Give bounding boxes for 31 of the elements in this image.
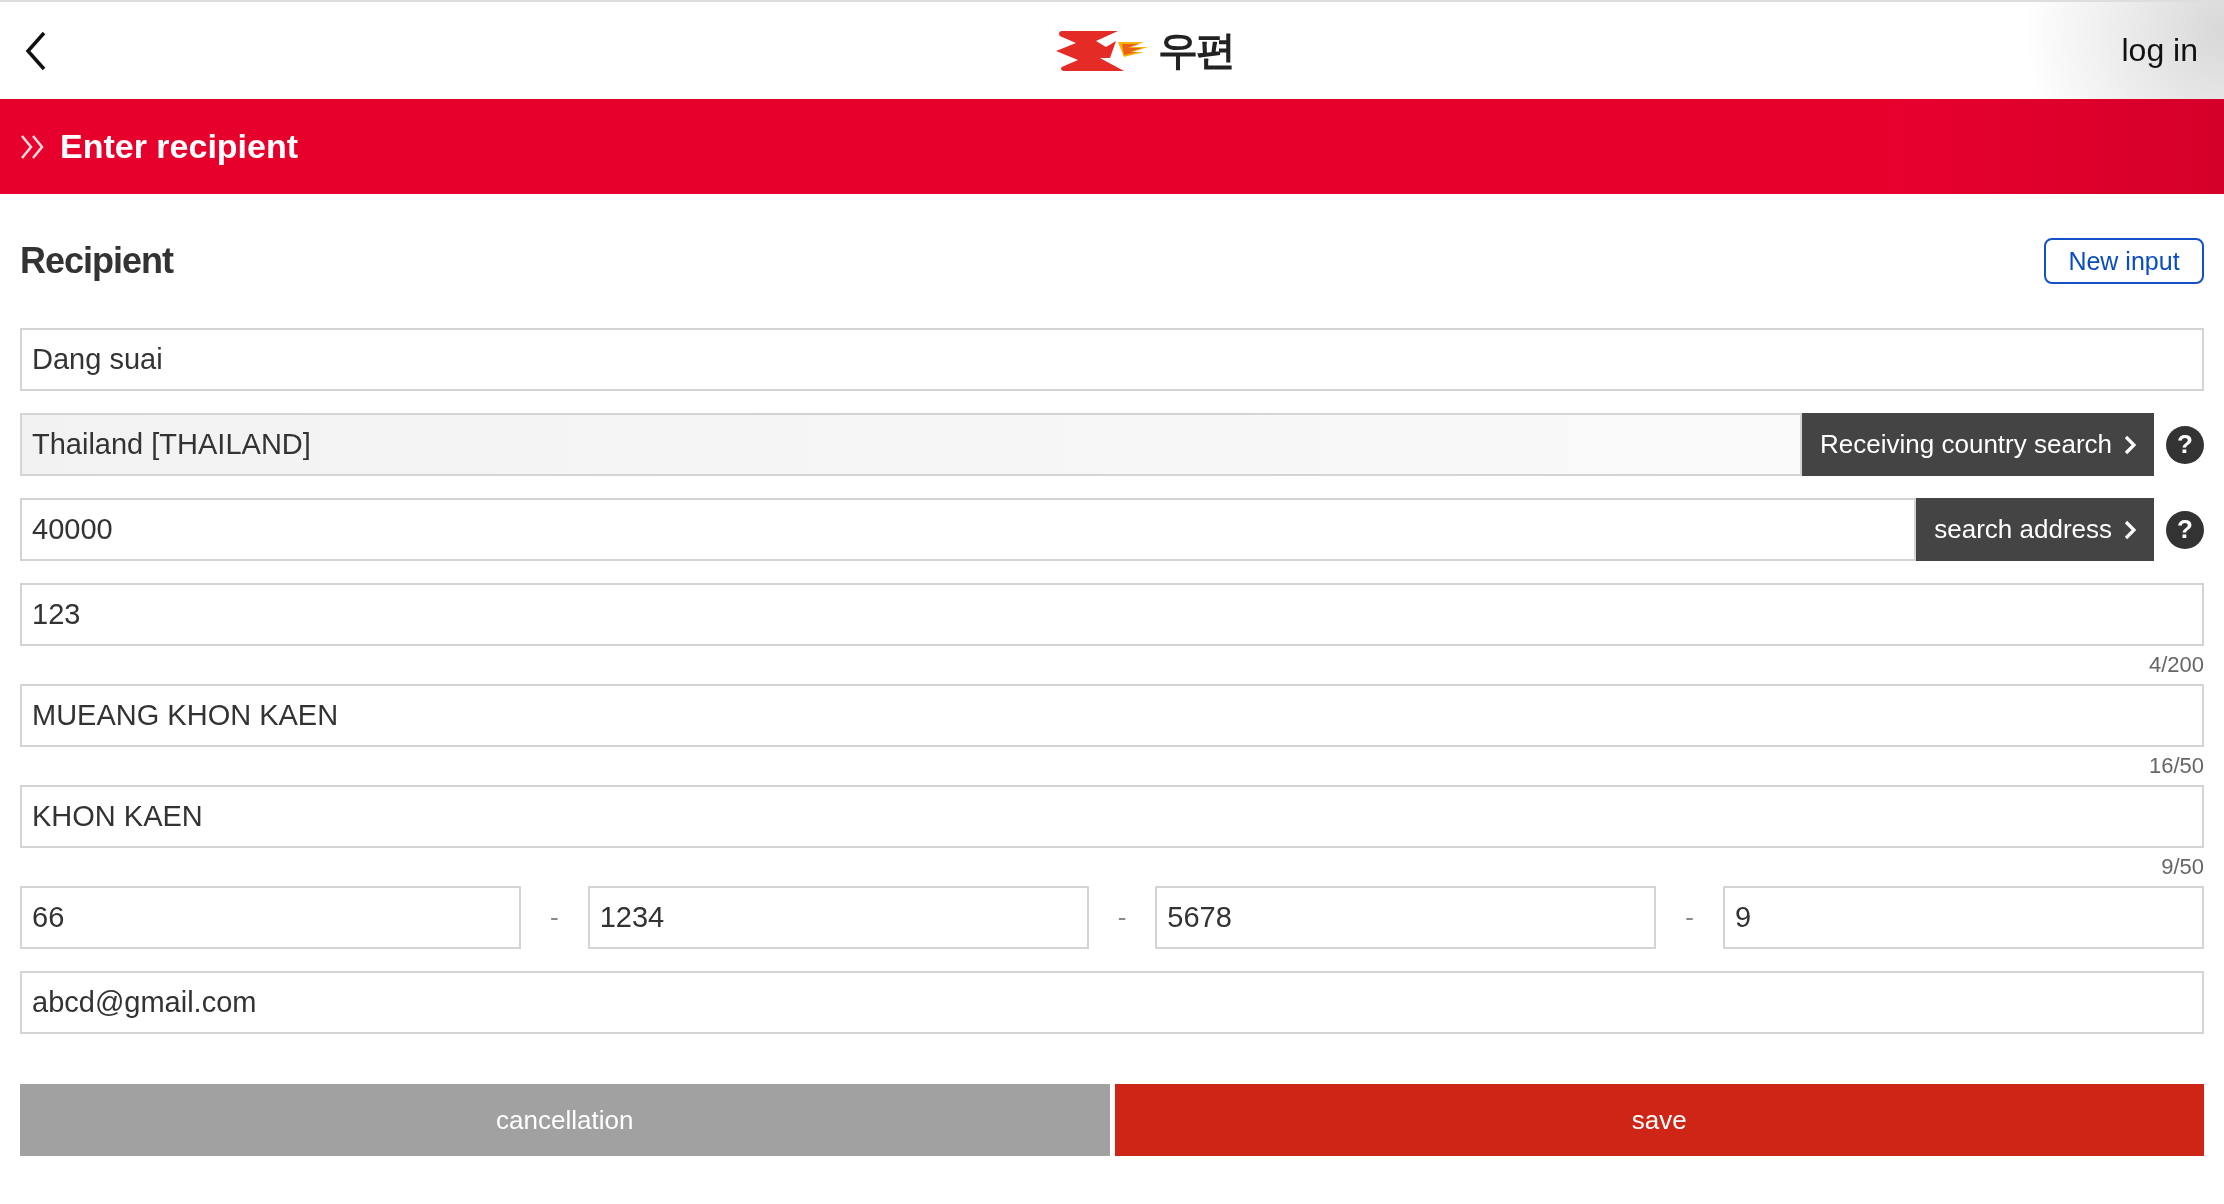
input-field[interactable]: abcd@gmail.com <box>20 971 2204 1034</box>
section-title: Recipient <box>20 240 174 282</box>
logo-icon <box>1055 29 1148 72</box>
login-link[interactable]: log in <box>2121 32 2198 69</box>
chevron-icon <box>2124 519 2136 540</box>
character-counter: 4/200 <box>2147 651 2204 679</box>
input-field[interactable]: Thailand [THAILAND] <box>20 413 1803 476</box>
logo-text: 우편 <box>1157 26 1234 75</box>
chevron-icon <box>2124 434 2136 455</box>
save-button[interactable]: save <box>1114 1084 2204 1156</box>
dash-separator: - <box>1684 902 1695 933</box>
dash-separator: - <box>1116 902 1128 933</box>
phone-field[interactable]: 1234 <box>587 886 1089 949</box>
search-button[interactable]: search address <box>1916 498 2154 561</box>
help-button[interactable]: ? <box>2166 510 2204 549</box>
phone-field[interactable]: 66 <box>20 886 521 949</box>
new-input-button[interactable]: New input <box>2044 238 2204 284</box>
input-field[interactable]: Dang suai <box>20 328 2204 391</box>
page-title: Enter recipient <box>60 127 299 166</box>
input-field[interactable]: 40000 <box>20 498 1917 561</box>
search-button[interactable]: Receiving country search <box>1802 413 2154 476</box>
help-button[interactable]: ? <box>2166 425 2204 464</box>
input-field[interactable]: 123 <box>20 583 2204 646</box>
character-counter: 9/50 <box>2160 853 2204 881</box>
dash-separator: - <box>549 902 560 933</box>
character-counter: 16/50 <box>2147 752 2204 780</box>
phone-field[interactable]: 9 <box>1723 886 2204 949</box>
phone-field[interactable]: 5678 <box>1155 886 1657 949</box>
input-field[interactable]: KHON KAEN <box>20 785 2204 848</box>
back-button[interactable] <box>24 30 48 71</box>
input-field[interactable]: MUEANG KHON KAEN <box>20 684 2204 747</box>
